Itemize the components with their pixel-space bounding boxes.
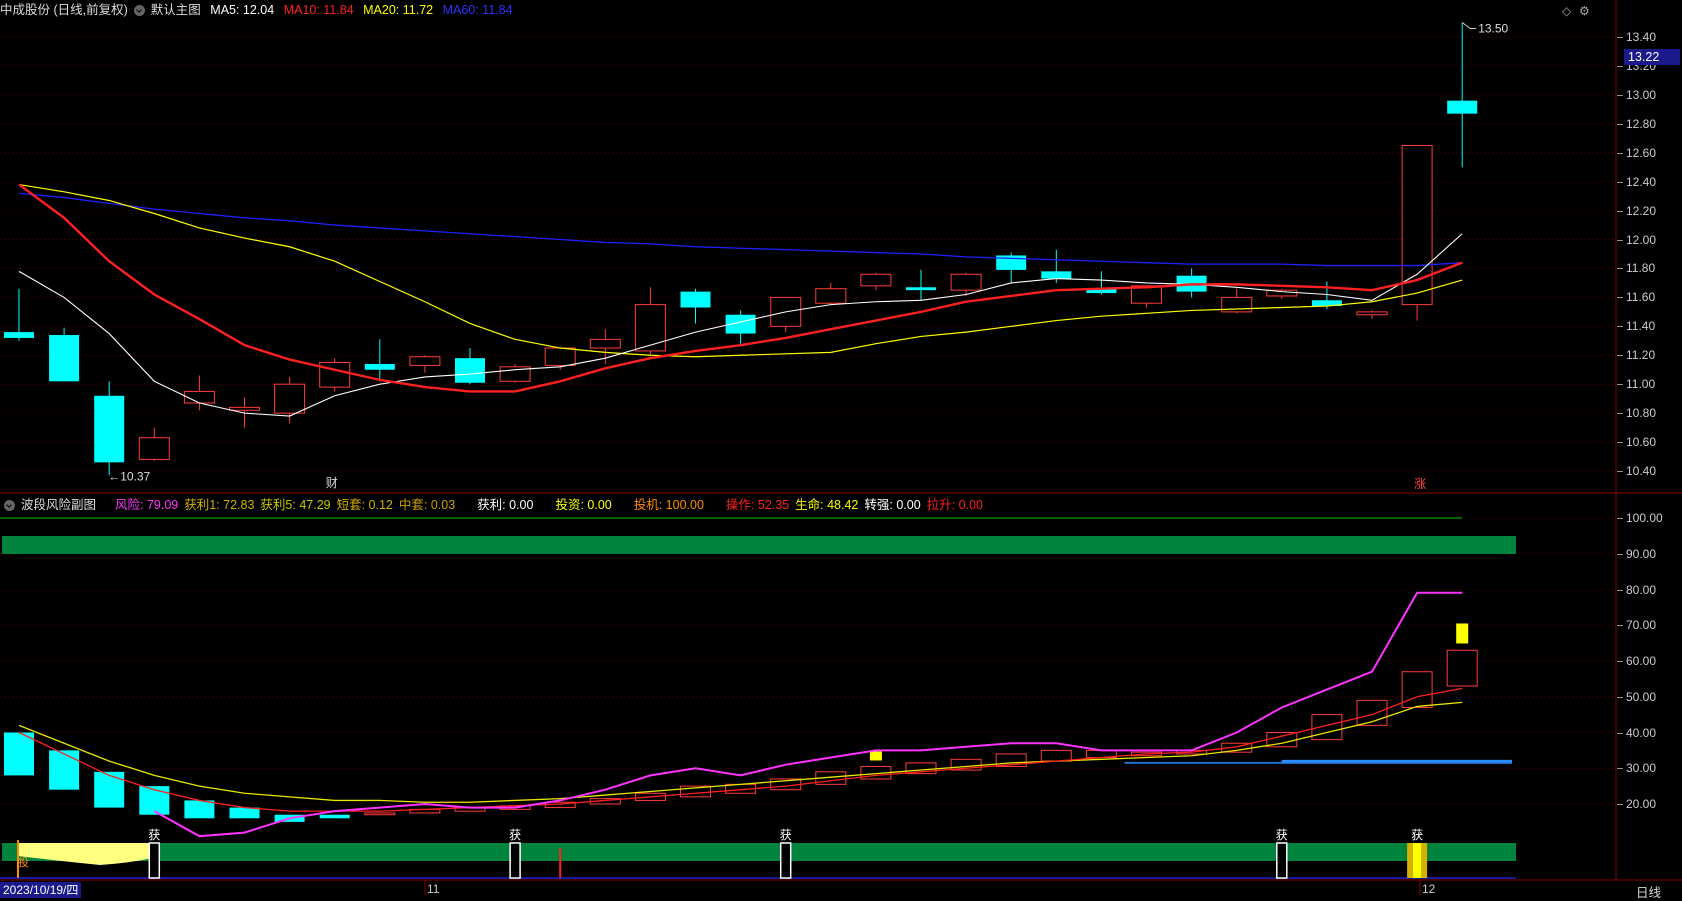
price-tick: 11.80	[1616, 261, 1656, 276]
sub-tick: 80.00	[1616, 582, 1657, 597]
huo-bar	[509, 842, 521, 879]
crosshair-date-label: 2023/10/19/四	[0, 882, 82, 898]
sub-bar-up	[1311, 714, 1343, 741]
huo-bar-inner	[1413, 843, 1422, 878]
yellow-flag	[1456, 623, 1469, 644]
price-tick: 12.80	[1616, 116, 1657, 131]
price-tick: 10.40	[1616, 464, 1657, 478]
candle-body-up	[950, 273, 982, 291]
price-tick: 11.20	[1616, 348, 1656, 363]
sub-tick: 20.00	[1616, 797, 1657, 811]
sub-bar-down	[94, 771, 125, 808]
price-tick: 11.00	[1616, 377, 1656, 392]
candle-body-up	[229, 406, 260, 411]
candle-body-up	[138, 437, 170, 460]
price-tick: 11.40	[1616, 319, 1656, 334]
huo-bar	[779, 842, 792, 879]
candle-body-up	[815, 288, 847, 304]
kline-chart[interactable]: 13.50 ←10.37 财 涨投 获 获 获 获 获	[0, 0, 1682, 900]
price-tick: 12.40	[1616, 174, 1657, 189]
sub-bar-down	[4, 732, 34, 776]
candle-body-up	[183, 390, 215, 404]
high-price-label: 13.50	[1478, 22, 1508, 36]
chart-frame	[0, 0, 1616, 900]
month-label-11: 11	[427, 882, 440, 896]
huo-marker-label: 获	[1276, 828, 1288, 842]
candle-body-up	[589, 338, 621, 349]
candle-body-down	[1041, 271, 1072, 279]
candle-body-up	[409, 356, 441, 366]
sub-bar-up	[364, 812, 396, 816]
huo-marker-label: 获	[509, 828, 521, 842]
candle-body-up	[544, 347, 576, 366]
sub-tick: 100.00	[1617, 511, 1663, 525]
price-tick: 13.40	[1616, 30, 1657, 44]
candle-body-down	[455, 358, 485, 383]
period-label[interactable]: 日线	[1636, 882, 1661, 901]
risk-line	[153, 591, 1463, 838]
candle-body-down	[49, 335, 80, 382]
finance-marker: 财	[326, 476, 338, 490]
price-tick: 13.00	[1616, 87, 1657, 102]
candle-body-down	[4, 332, 34, 338]
month-label-12: 12	[1422, 882, 1436, 896]
high-pointer	[1461, 22, 1477, 30]
price-tick: 12.60	[1616, 145, 1657, 160]
sub-bar-up	[1401, 671, 1433, 708]
sub-tick: 40.00	[1616, 725, 1657, 740]
sub-bar-down	[184, 800, 215, 819]
green-band-top	[2, 536, 1516, 554]
sub-bar-down	[139, 786, 170, 815]
candle-body-down	[1447, 100, 1478, 114]
limit-up-marker: 涨	[1414, 476, 1426, 491]
current-price-label: 13.22	[1624, 49, 1680, 65]
candle-body-down	[364, 363, 395, 370]
huo-marker-label: 获	[780, 828, 792, 842]
price-tick: 12.00	[1616, 232, 1657, 247]
yellow-fill-area	[18, 843, 160, 865]
candle-body-down	[94, 395, 125, 463]
candle-body-down	[906, 287, 936, 291]
ma60-line	[18, 192, 1463, 267]
green-band-bottom	[2, 843, 1516, 861]
sub-bar-down	[319, 814, 350, 819]
candle-body-up	[860, 273, 892, 287]
huo-marker-label: 获	[148, 828, 160, 842]
huo-marker-label: 获	[1411, 828, 1423, 842]
price-tick: 10.60	[1616, 435, 1657, 450]
sub-bar-up	[1446, 649, 1478, 687]
price-tick: 12.20	[1616, 203, 1657, 218]
sub-tick: 60.00	[1616, 654, 1657, 668]
sub-tick: 90.00	[1616, 546, 1657, 561]
sub-bar-up	[1040, 749, 1072, 762]
candle-body-down	[680, 291, 711, 308]
sub-bar-down	[49, 750, 80, 790]
sub-tick: 30.00	[1616, 761, 1657, 776]
price-tick: 10.80	[1616, 406, 1657, 421]
sub-bar-down	[229, 807, 260, 819]
sub-tick: 50.00	[1616, 689, 1657, 704]
candle-body-up	[634, 304, 666, 352]
candle-body-up	[1356, 311, 1388, 316]
candle-body-up	[274, 383, 306, 414]
price-tick: 11.60	[1616, 290, 1656, 305]
huo-bar	[148, 842, 161, 879]
yellow-flag	[869, 751, 882, 761]
sub-tick: 70.00	[1616, 618, 1657, 633]
tou-marker-label: 投	[18, 855, 29, 869]
low-price-label: ←10.37	[108, 469, 150, 483]
huo-bar	[1276, 842, 1288, 879]
